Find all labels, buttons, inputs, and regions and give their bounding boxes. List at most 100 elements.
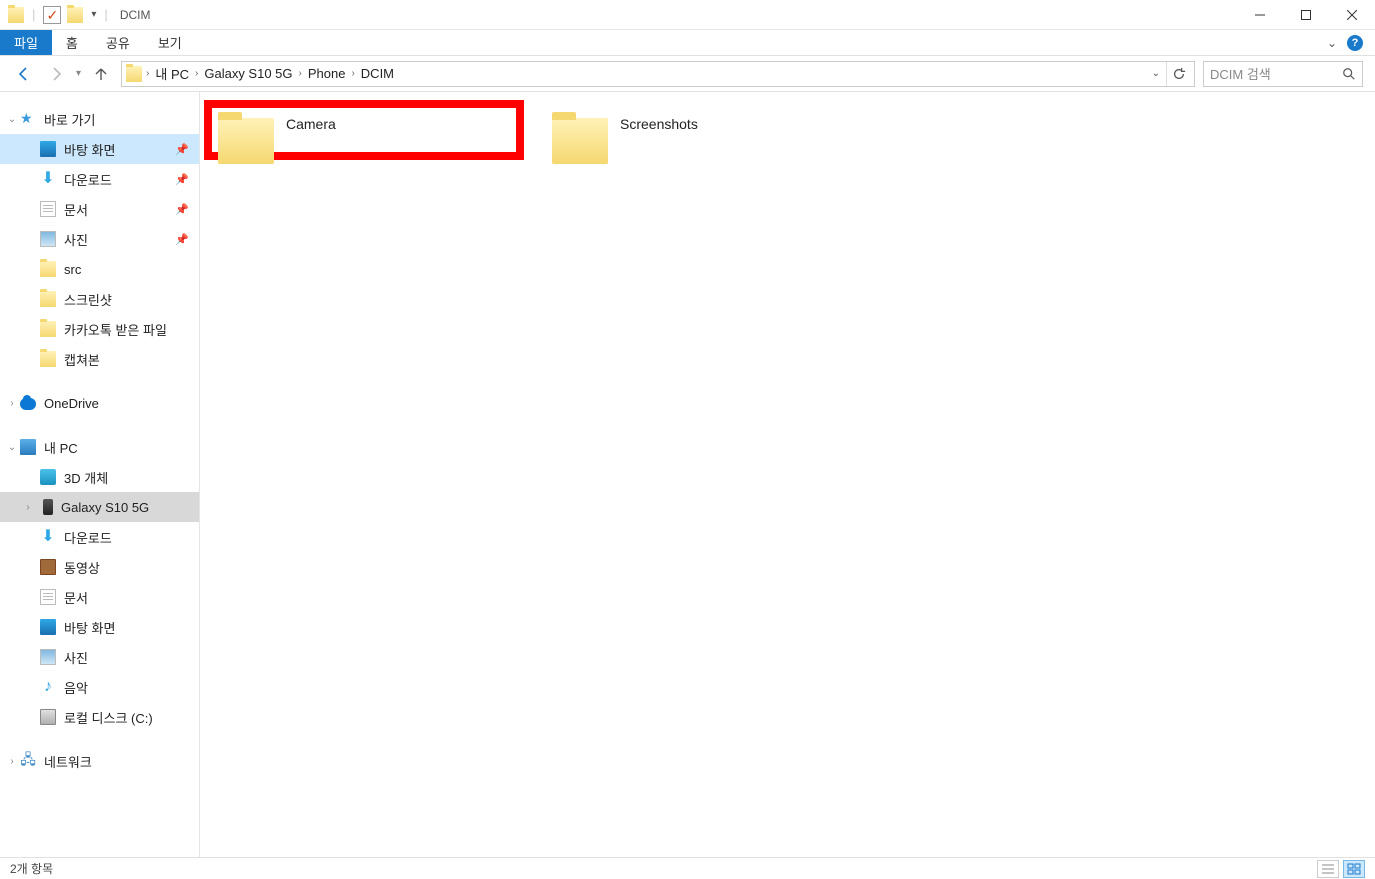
nav-pc-item[interactable]: ♪음악 bbox=[0, 672, 199, 702]
close-button[interactable] bbox=[1329, 0, 1375, 30]
nav-pc-item[interactable]: ›Galaxy S10 5G bbox=[0, 492, 199, 522]
nav-item-label: 3D 개체 bbox=[64, 468, 108, 487]
expand-caret-icon[interactable]: › bbox=[22, 502, 34, 513]
nav-item-label: 스크린샷 bbox=[64, 290, 112, 309]
nav-item-label: 바탕 화면 bbox=[64, 140, 115, 159]
nav-network[interactable]: › 🖧 네트워크 bbox=[0, 746, 199, 776]
status-count: 2개 항목 bbox=[10, 860, 53, 877]
view-details-button[interactable] bbox=[1317, 860, 1339, 878]
folder-tile[interactable]: Camera bbox=[204, 100, 524, 160]
folder-tile[interactable]: Screenshots bbox=[546, 108, 866, 168]
nav-quick-access[interactable]: ⌄ ★ 바로 가기 bbox=[0, 104, 199, 134]
nav-this-pc[interactable]: ⌄ 내 PC bbox=[0, 432, 199, 462]
up-button[interactable] bbox=[89, 62, 113, 86]
forward-button[interactable] bbox=[44, 62, 68, 86]
nav-label: OneDrive bbox=[44, 396, 99, 411]
nav-quick-item[interactable]: 문서📌 bbox=[0, 194, 199, 224]
breadcrumb-seg-3[interactable]: DCIM bbox=[355, 66, 400, 81]
minimize-button[interactable] bbox=[1237, 0, 1283, 30]
pc-icon bbox=[20, 439, 36, 455]
pin-icon: 📌 bbox=[175, 173, 189, 186]
statusbar: 2개 항목 bbox=[0, 857, 1375, 879]
nav-pc-item[interactable]: 동영상 bbox=[0, 552, 199, 582]
breadcrumb-seg-0[interactable]: 내 PC bbox=[149, 64, 195, 83]
nav-pc-item[interactable]: ⬇다운로드 bbox=[0, 522, 199, 552]
nav-item-label: 다운로드 bbox=[64, 170, 112, 189]
nav-quick-item[interactable]: ⬇ 다운로드 📌 bbox=[0, 164, 199, 194]
maximize-button[interactable] bbox=[1283, 0, 1329, 30]
nav-pc-item[interactable]: 바탕 화면 bbox=[0, 612, 199, 642]
expand-caret-icon[interactable]: › bbox=[6, 398, 18, 409]
tab-file[interactable]: 파일 bbox=[0, 30, 52, 55]
folder-icon bbox=[218, 118, 274, 164]
desktop-icon bbox=[40, 619, 56, 635]
nav-label: 네트워크 bbox=[44, 752, 92, 771]
help-icon[interactable]: ? bbox=[1347, 35, 1363, 51]
refresh-button[interactable] bbox=[1166, 62, 1190, 86]
expand-caret-icon[interactable]: › bbox=[6, 756, 18, 767]
nav-item-label: 문서 bbox=[64, 588, 88, 607]
navigation-pane: ⌄ ★ 바로 가기 바탕 화면📌⬇다운로드📌문서📌사진📌src스크린샷카카오톡 … bbox=[0, 92, 200, 857]
star-icon: ★ bbox=[20, 111, 36, 127]
nav-onedrive[interactable]: › OneDrive bbox=[0, 388, 199, 418]
nav-quick-item[interactable]: 바탕 화면 📌 bbox=[0, 134, 199, 164]
content-area[interactable]: Camera Screenshots bbox=[200, 92, 1375, 857]
pin-icon: 📌 bbox=[175, 143, 189, 156]
tab-view[interactable]: 보기 bbox=[144, 30, 196, 55]
nav-item-label: 캡쳐본 bbox=[64, 350, 100, 369]
app-folder-icon bbox=[8, 7, 24, 23]
disk-icon bbox=[40, 709, 56, 725]
search-input[interactable]: DCIM 검색 bbox=[1203, 61, 1363, 87]
tab-home[interactable]: 홈 bbox=[52, 30, 92, 55]
nav-item-label: 사진 bbox=[64, 230, 88, 249]
ribbon-collapse-icon[interactable]: ⌄ bbox=[1327, 36, 1337, 50]
pin-icon: 📌 bbox=[175, 203, 189, 216]
nav-label: 바로 가기 bbox=[44, 110, 95, 129]
expand-caret-icon[interactable]: ⌄ bbox=[6, 114, 18, 125]
nav-quick-item[interactable]: 카카오톡 받은 파일 bbox=[0, 314, 199, 344]
nav-quick-item[interactable]: 캡쳐본 bbox=[0, 344, 199, 374]
titlebar: | ✓ ▾ | DCIM bbox=[0, 0, 1375, 30]
picture-icon bbox=[40, 649, 56, 665]
recent-dropdown-icon[interactable]: ▾ bbox=[76, 68, 81, 79]
nav-pc-item[interactable]: 문서 bbox=[0, 582, 199, 612]
address-row: ▾ › 내 PC › Galaxy S10 5G › Phone › DCIM … bbox=[0, 56, 1375, 92]
tab-share[interactable]: 공유 bbox=[92, 30, 144, 55]
nav-quick-item[interactable]: 스크린샷 bbox=[0, 284, 199, 314]
pin-icon: 📌 bbox=[175, 233, 189, 246]
picture-icon bbox=[40, 231, 56, 247]
address-dropdown-icon[interactable]: ⌄ bbox=[1146, 68, 1166, 79]
nav-pc-item[interactable]: 사진 bbox=[0, 642, 199, 672]
nav-item-label: 카카오톡 받은 파일 bbox=[64, 320, 167, 339]
3d-objects-icon bbox=[40, 469, 56, 485]
folder-icon bbox=[40, 351, 56, 367]
folder-icon bbox=[552, 118, 608, 164]
folder-icon bbox=[40, 261, 56, 277]
back-button[interactable] bbox=[12, 62, 36, 86]
nav-pc-item[interactable]: 3D 개체 bbox=[0, 462, 199, 492]
search-placeholder: DCIM 검색 bbox=[1210, 64, 1342, 83]
nav-quick-item[interactable]: src bbox=[0, 254, 199, 284]
nav-item-label: 로컬 디스크 (C:) bbox=[64, 708, 153, 727]
ribbon-tabs: 파일 홈 공유 보기 ⌄ ? bbox=[0, 30, 1375, 56]
window-controls bbox=[1237, 0, 1375, 30]
document-icon bbox=[40, 201, 56, 217]
expand-caret-icon[interactable]: ⌄ bbox=[6, 442, 18, 453]
nav-label: 내 PC bbox=[44, 438, 78, 457]
nav-item-label: 음악 bbox=[64, 678, 88, 697]
qat-folder-icon[interactable] bbox=[67, 7, 83, 23]
folder-icon bbox=[40, 291, 56, 307]
phone-icon bbox=[43, 499, 53, 515]
desktop-icon bbox=[40, 141, 56, 157]
qat-checkbox-icon[interactable]: ✓ bbox=[43, 6, 61, 24]
breadcrumb-seg-1[interactable]: Galaxy S10 5G bbox=[198, 66, 298, 81]
download-icon: ⬇ bbox=[40, 171, 56, 187]
breadcrumb-seg-2[interactable]: Phone bbox=[302, 66, 352, 81]
document-icon bbox=[40, 589, 56, 605]
view-tiles-button[interactable] bbox=[1343, 860, 1365, 878]
nav-pc-item[interactable]: 로컬 디스크 (C:) bbox=[0, 702, 199, 732]
nav-quick-item[interactable]: 사진 📌 bbox=[0, 224, 199, 254]
qat-dropdown-icon[interactable]: ▾ bbox=[91, 9, 96, 20]
address-bar[interactable]: › 내 PC › Galaxy S10 5G › Phone › DCIM ⌄ bbox=[121, 61, 1195, 87]
nav-item-label: 동영상 bbox=[64, 558, 100, 577]
